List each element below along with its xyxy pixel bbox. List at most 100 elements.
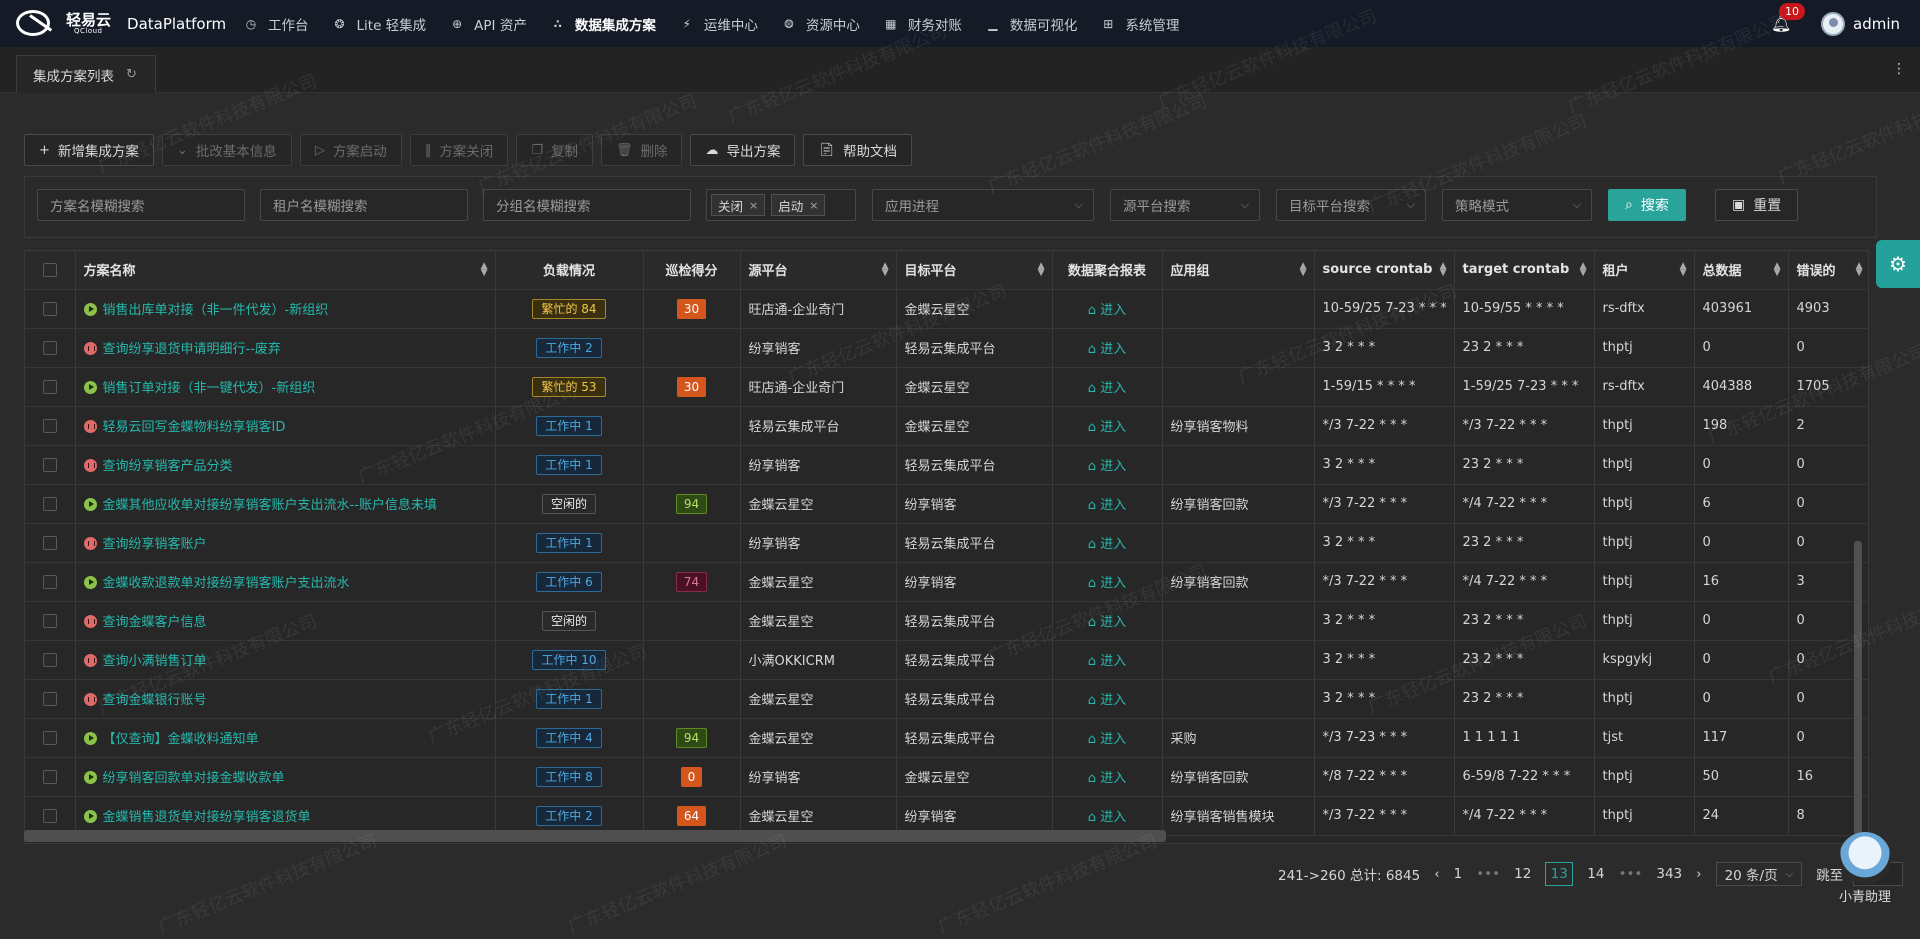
page-size-select[interactable]: 20 条/页 ⌵ xyxy=(1715,862,1803,886)
paused-status-icon[interactable] xyxy=(83,615,97,628)
batch-edit-button[interactable]: ⌄ 批改基本信息 xyxy=(161,134,292,166)
column-header-11[interactable]: 错误的 ▲ ▼ xyxy=(1788,251,1868,290)
row-checkbox[interactable] xyxy=(25,601,76,641)
running-status-icon[interactable] xyxy=(83,381,97,394)
logo[interactable]: 轻易云 QCloud DataPlatform xyxy=(0,8,232,40)
solution-name-link[interactable]: 查询纷享销客账户 xyxy=(103,537,207,552)
solution-name-link[interactable]: 纷享销客回款单对接金蝶收款单 xyxy=(103,771,285,786)
solution-name-link[interactable]: 轻易云回写金蝶物料纷享销客ID xyxy=(103,420,286,435)
sort-icon[interactable]: ▲ ▼ xyxy=(1440,262,1447,278)
chip-close-icon[interactable]: × xyxy=(749,199,758,212)
nav-item-7[interactable]: ▁ 数据可视化 xyxy=(974,0,1090,47)
close-solution-button[interactable]: ‖ 方案关闭 xyxy=(409,134,509,166)
nav-item-8[interactable]: ⊞ 系统管理 xyxy=(1089,0,1191,47)
paused-status-icon[interactable] xyxy=(83,342,97,355)
enter-report-link[interactable]: ⌂ 进入 xyxy=(1088,810,1126,825)
sort-icon[interactable]: ▲ ▼ xyxy=(1300,262,1307,278)
table-row[interactable]: 纷享销客回款单对接金蝶收款单 工作中 8 0 纷享销客 金蝶云星空 ⌂ 进入 纷享销客回款 *… xyxy=(25,757,1868,797)
running-status-icon[interactable] xyxy=(83,498,97,511)
app-process-select[interactable]: 应用进程 ⌵ xyxy=(872,189,1094,221)
nav-item-2[interactable]: ⊕ API 资产 xyxy=(438,0,539,47)
start-solution-button[interactable]: ▷ 方案启动 xyxy=(299,134,402,166)
sort-icon[interactable]: ▲ ▼ xyxy=(1580,262,1587,278)
nav-item-6[interactable]: ▦ 财务对账 xyxy=(872,0,974,47)
solution-name-link[interactable]: 销售订单对接（非一键代发）-新组织 xyxy=(103,381,316,396)
notification-bell-icon[interactable]: 🔔︎ 10 xyxy=(1771,2,1805,34)
enter-report-link[interactable]: ⌂ 进入 xyxy=(1088,693,1126,708)
help-docs-button[interactable]: 📄︎ 帮助文档 xyxy=(803,134,912,166)
page-12[interactable]: 12 xyxy=(1514,866,1531,882)
enter-report-link[interactable]: ⌂ 进入 xyxy=(1088,342,1126,357)
row-checkbox[interactable] xyxy=(25,484,76,524)
paused-status-icon[interactable] xyxy=(83,693,97,706)
nav-item-1[interactable]: ❂ Lite 轻集成 xyxy=(321,0,439,47)
running-status-icon[interactable] xyxy=(83,576,97,589)
nav-item-4[interactable]: ⚡︎ 运维中心 xyxy=(668,0,770,47)
row-checkbox[interactable] xyxy=(25,445,76,485)
solution-name-link[interactable]: 查询金蝶银行账号 xyxy=(103,693,207,708)
column-header-10[interactable]: 总数据 ▲ ▼ xyxy=(1694,251,1789,290)
table-row[interactable]: 查询纷享退货申请明细行--废弃 工作中 2 纷享销客 轻易云集成平台 ⌂ 进入 3 2 *… xyxy=(25,328,1868,368)
target-platform-select[interactable]: 目标平台搜索 ⌵ xyxy=(1276,189,1426,221)
table-row[interactable]: 【仅查询】金蝶收料通知单 工作中 4 94 金蝶云星空 轻易云集成平台 ⌂ 进入 采购 */3… xyxy=(25,718,1868,758)
solution-name-link[interactable]: 查询纷享退货申请明细行--废弃 xyxy=(103,342,281,357)
enter-report-link[interactable]: ⌂ 进入 xyxy=(1088,732,1126,747)
page-14[interactable]: 14 xyxy=(1587,866,1604,882)
paused-status-icon[interactable] xyxy=(83,654,97,667)
refresh-icon[interactable]: ↻ xyxy=(126,67,137,82)
column-header-7[interactable]: source crontab ▲ ▼ xyxy=(1314,251,1455,290)
sort-icon[interactable]: ▲ ▼ xyxy=(1856,262,1863,278)
running-status-icon[interactable] xyxy=(83,303,97,316)
ellipsis-icon[interactable]: ••• xyxy=(1618,866,1642,882)
next-page-icon[interactable]: › xyxy=(1696,866,1701,882)
row-checkbox[interactable] xyxy=(25,289,76,329)
delete-button[interactable]: 🗑︎ 删除 xyxy=(600,134,683,166)
column-header-4[interactable]: 目标平台 ▲ ▼ xyxy=(896,251,1053,290)
solution-name-search-input[interactable]: 方案名模糊搜索 xyxy=(37,189,245,221)
enter-report-link[interactable]: ⌂ 进入 xyxy=(1088,420,1126,435)
sort-icon[interactable]: ▲ ▼ xyxy=(481,262,488,278)
solution-name-link[interactable]: 销售出库单对接（非一件代发）-新组织 xyxy=(103,303,329,318)
sort-icon[interactable]: ▲ ▼ xyxy=(882,262,889,278)
sort-icon[interactable]: ▲ ▼ xyxy=(1038,262,1045,278)
table-row[interactable]: 查询纷享销客账户 工作中 1 纷享销客 轻易云集成平台 ⌂ 进入 3 2 * * * 23 … xyxy=(25,523,1868,563)
column-header-1[interactable]: 负载情况 xyxy=(495,251,644,290)
enter-report-link[interactable]: ⌂ 进入 xyxy=(1088,498,1126,513)
enter-report-link[interactable]: ⌂ 进入 xyxy=(1088,576,1126,591)
search-button[interactable]: ⌕ 搜索 xyxy=(1608,189,1686,221)
horizontal-scrollbar[interactable] xyxy=(24,830,1166,842)
column-header-2[interactable]: 巡检得分 xyxy=(643,251,741,290)
tab-integration-list[interactable]: 集成方案列表 ↻ xyxy=(16,55,156,93)
running-status-icon[interactable] xyxy=(83,771,97,784)
paused-status-icon[interactable] xyxy=(83,537,97,550)
reset-button[interactable]: ▣ 重置 xyxy=(1715,189,1799,221)
enter-report-link[interactable]: ⌂ 进入 xyxy=(1088,381,1126,396)
page-last[interactable]: 343 xyxy=(1656,866,1682,882)
row-checkbox[interactable] xyxy=(25,523,76,563)
running-status-icon[interactable] xyxy=(83,810,97,823)
row-checkbox[interactable] xyxy=(25,757,76,797)
nav-item-0[interactable]: ◷ 工作台 xyxy=(232,0,321,47)
table-row[interactable]: 金蝶收款退款单对接纷享销客账户支出流水 工作中 6 74 金蝶云星空 纷享销客 ⌂ 进入 纷… xyxy=(25,562,1868,602)
column-header-8[interactable]: target crontab ▲ ▼ xyxy=(1454,251,1595,290)
paused-status-icon[interactable] xyxy=(83,420,97,433)
row-checkbox[interactable] xyxy=(25,718,76,758)
table-row[interactable]: 销售出库单对接（非一件代发）-新组织 繁忙的 84 30 旺店通-企业奇门 金蝶云星空 ⌂… xyxy=(25,289,1868,329)
table-row[interactable]: 销售订单对接（非一键代发）-新组织 繁忙的 53 30 旺店通-企业奇门 金蝶云星空 ⌂ … xyxy=(25,367,1868,407)
page-current[interactable]: 13 xyxy=(1545,862,1574,886)
assistant-widget[interactable]: 小青助理 xyxy=(1824,832,1906,905)
nav-item-5[interactable]: ⨷ 资源中心 xyxy=(770,0,872,47)
export-button[interactable]: ☁ 导出方案 xyxy=(690,134,796,166)
user-name[interactable]: admin xyxy=(1853,15,1900,33)
enter-report-link[interactable]: ⌂ 进入 xyxy=(1088,459,1126,474)
strategy-mode-select[interactable]: 策略模式 ⌵ xyxy=(1442,189,1592,221)
table-row[interactable]: 查询金蝶客户信息 空闲的 金蝶云星空 轻易云集成平台 ⌂ 进入 3 2 * * * 23 2… xyxy=(25,601,1868,641)
table-row[interactable]: 轻易云回写金蝶物料纷享销客ID 工作中 1 轻易云集成平台 金蝶云星空 ⌂ 进入 纷享销客… xyxy=(25,406,1868,446)
column-header-9[interactable]: 租户 ▲ ▼ xyxy=(1594,251,1695,290)
table-row[interactable]: 查询金蝶银行账号 工作中 1 金蝶云星空 轻易云集成平台 ⌂ 进入 3 2 * * * 23… xyxy=(25,679,1868,719)
ellipsis-icon[interactable]: ••• xyxy=(1476,866,1500,882)
paused-status-icon[interactable] xyxy=(83,459,97,472)
select-all-checkbox[interactable] xyxy=(25,251,76,290)
solution-name-link[interactable]: 金蝶其他应收单对接纷享销客账户支出流水--账户信息未填 xyxy=(103,498,437,513)
avatar[interactable] xyxy=(1821,11,1845,36)
